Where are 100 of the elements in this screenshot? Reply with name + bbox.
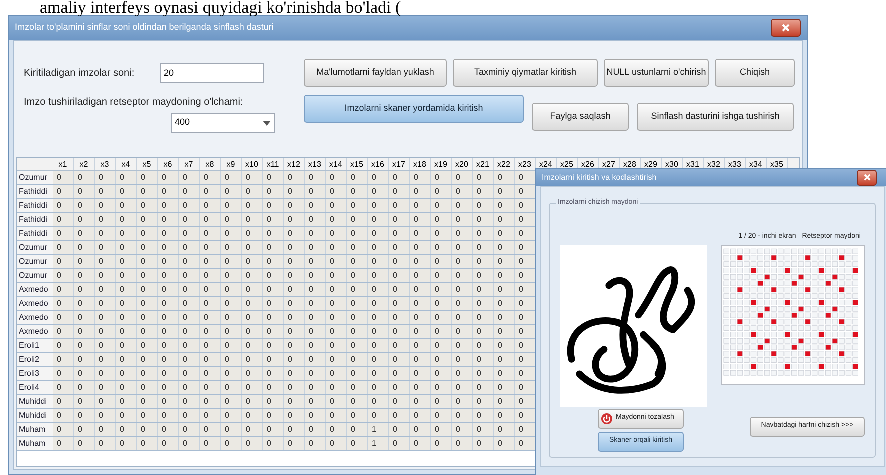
table-cell: 0 <box>263 325 284 338</box>
action-button[interactable]: Faylga saqlash <box>532 103 629 131</box>
table-cell: 0 <box>326 367 347 380</box>
table-cell: 0 <box>221 367 242 380</box>
action-button[interactable]: Sinflash dasturini ishga tushirish <box>637 103 794 131</box>
table-cell: 0 <box>95 311 116 324</box>
table-cell: 0 <box>53 171 74 184</box>
size-dropdown[interactable]: 400 <box>171 113 275 133</box>
table-cell: 0 <box>494 339 515 352</box>
table-cell: 0 <box>389 171 410 184</box>
table-cell: 0 <box>53 325 74 338</box>
table-cell: 0 <box>473 311 494 324</box>
count-field[interactable]: 20 <box>160 63 264 83</box>
column-header: x3 <box>95 158 116 170</box>
table-cell: 0 <box>53 283 74 296</box>
action-button[interactable]: Imzolarni skaner yordamida kiritish <box>304 95 524 123</box>
table-cell: 0 <box>242 409 263 422</box>
row-header: Muhiddi <box>17 409 53 422</box>
table-cell: 0 <box>326 325 347 338</box>
table-cell: 0 <box>95 171 116 184</box>
table-cell: 0 <box>179 353 200 366</box>
column-header: x1 <box>53 158 74 170</box>
action-button[interactable]: Ma'lumotlarni fayldan yuklash <box>304 59 447 87</box>
close-button[interactable] <box>857 170 877 186</box>
table-cell: 0 <box>95 409 116 422</box>
row-header: Muham <box>17 437 53 450</box>
table-cell: 0 <box>74 241 95 254</box>
table-cell: 0 <box>347 367 368 380</box>
table-cell: 0 <box>410 255 431 268</box>
table-cell: 0 <box>200 199 221 212</box>
table-cell: 0 <box>284 437 305 450</box>
table-cell: 0 <box>263 339 284 352</box>
table-cell: 0 <box>74 185 95 198</box>
table-cell: 0 <box>137 423 158 436</box>
table-cell: 0 <box>515 199 536 212</box>
table-cell: 0 <box>410 241 431 254</box>
row-header: Muham <box>17 423 53 436</box>
table-cell: 0 <box>494 409 515 422</box>
table-cell: 0 <box>116 325 137 338</box>
close-button[interactable] <box>771 19 801 37</box>
table-cell: 0 <box>116 409 137 422</box>
table-cell: 0 <box>305 395 326 408</box>
column-header: x2 <box>74 158 95 170</box>
table-cell: 0 <box>368 395 389 408</box>
table-cell: 0 <box>95 437 116 450</box>
table-cell: 0 <box>74 437 95 450</box>
column-header: x14 <box>326 158 347 170</box>
table-cell: 0 <box>410 311 431 324</box>
table-cell: 0 <box>473 381 494 394</box>
column-header: x21 <box>473 158 494 170</box>
table-cell: 0 <box>347 227 368 240</box>
table-cell: 0 <box>368 325 389 338</box>
table-cell: 0 <box>410 395 431 408</box>
column-header: x4 <box>116 158 137 170</box>
table-cell: 0 <box>116 353 137 366</box>
table-cell: 0 <box>347 199 368 212</box>
table-cell: 0 <box>515 297 536 310</box>
table-cell: 0 <box>410 227 431 240</box>
table-cell: 0 <box>74 395 95 408</box>
row-header: Fathiddi <box>17 227 53 240</box>
table-cell: 0 <box>137 199 158 212</box>
table-cell: 0 <box>389 437 410 450</box>
table-cell: 0 <box>494 199 515 212</box>
table-cell: 0 <box>305 367 326 380</box>
table-cell: 0 <box>368 241 389 254</box>
table-cell: 0 <box>242 325 263 338</box>
table-cell: 0 <box>347 423 368 436</box>
table-cell: 0 <box>116 311 137 324</box>
table-cell: 0 <box>137 381 158 394</box>
table-cell: 0 <box>452 297 473 310</box>
action-button[interactable]: Taxminiy qiymatlar kiritish <box>453 59 598 87</box>
table-cell: 0 <box>284 297 305 310</box>
table-cell: 0 <box>221 339 242 352</box>
table-cell: 0 <box>53 339 74 352</box>
table-cell: 0 <box>74 171 95 184</box>
table-cell: 0 <box>263 367 284 380</box>
table-cell: 0 <box>431 213 452 226</box>
row-header: Ozumur <box>17 255 53 268</box>
table-cell: 0 <box>179 185 200 198</box>
table-cell: 0 <box>410 269 431 282</box>
table-cell: 0 <box>221 381 242 394</box>
table-cell: 0 <box>137 437 158 450</box>
row-header: Fathiddi <box>17 185 53 198</box>
action-button[interactable]: Chiqish <box>715 59 795 87</box>
table-cell: 0 <box>410 339 431 352</box>
table-cell: 0 <box>137 311 158 324</box>
table-cell: 0 <box>263 171 284 184</box>
table-cell: 0 <box>74 381 95 394</box>
table-cell: 0 <box>326 269 347 282</box>
table-cell: 0 <box>326 311 347 324</box>
action-button[interactable]: NULL ustunlarni o'chirish <box>604 59 709 87</box>
table-cell: 0 <box>515 227 536 240</box>
table-cell: 0 <box>200 283 221 296</box>
table-cell: 0 <box>179 241 200 254</box>
table-cell: 0 <box>158 185 179 198</box>
table-cell: 0 <box>263 381 284 394</box>
table-cell: 0 <box>95 395 116 408</box>
table-cell: 0 <box>452 423 473 436</box>
table-cell: 0 <box>158 311 179 324</box>
table-cell: 0 <box>95 339 116 352</box>
